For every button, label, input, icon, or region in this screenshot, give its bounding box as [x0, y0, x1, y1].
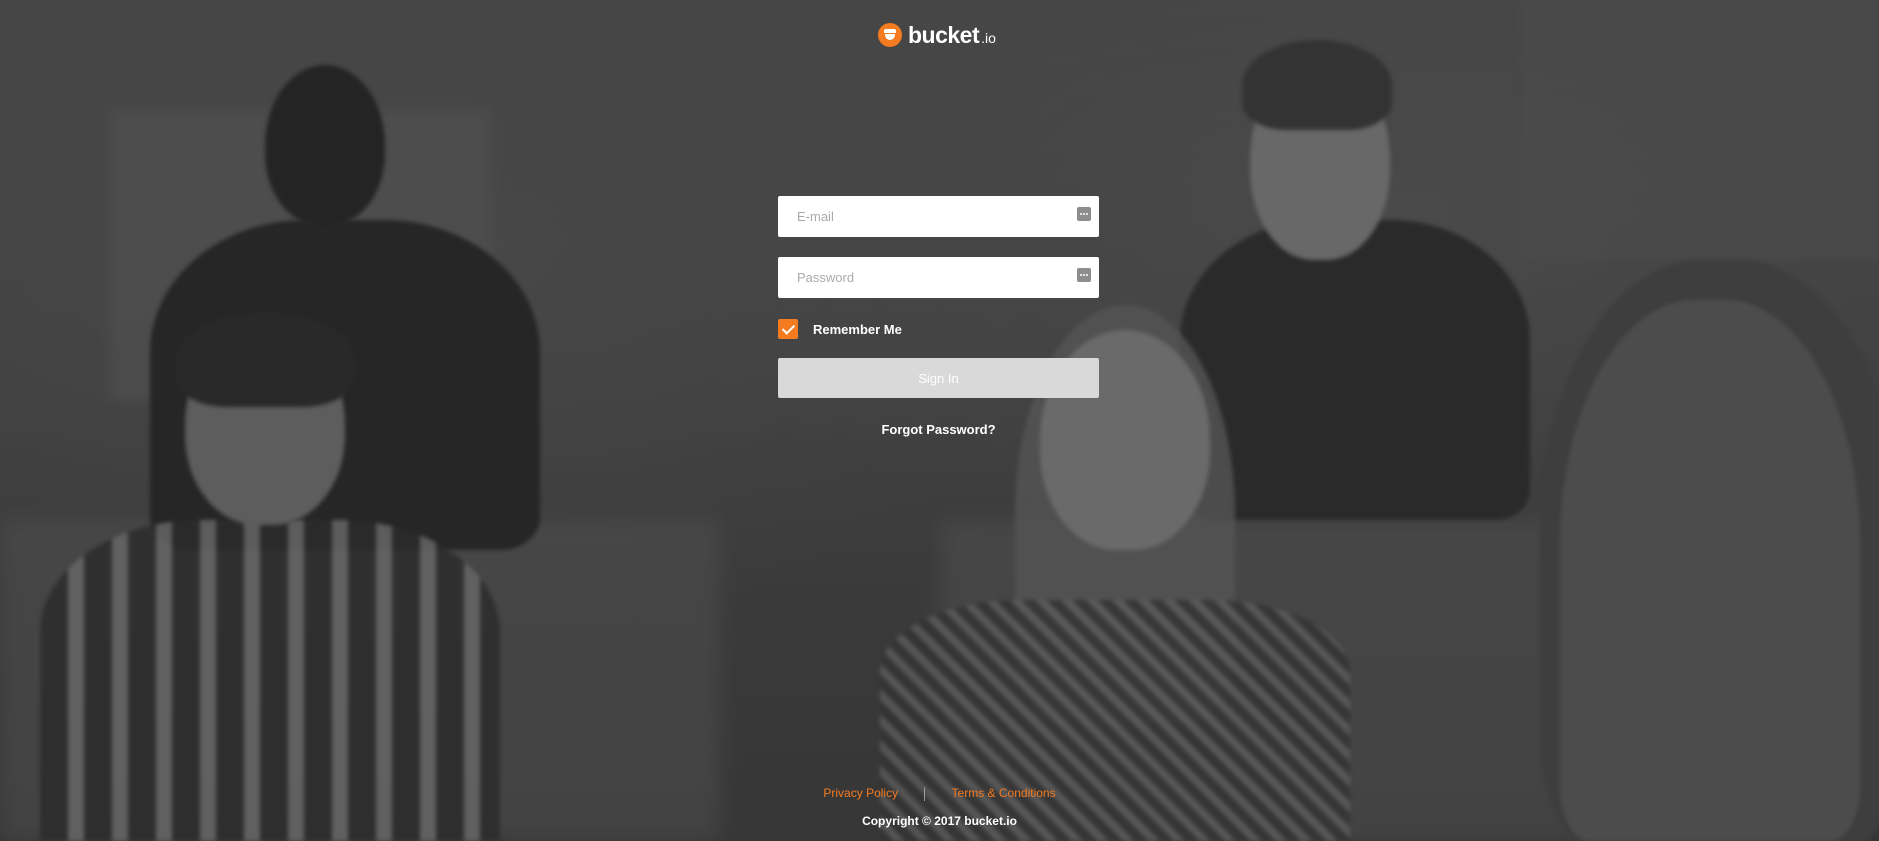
remember-me-label[interactable]: Remember Me — [813, 322, 902, 337]
email-field-wrapper — [778, 196, 1099, 237]
password-field[interactable] — [778, 257, 1099, 298]
sign-in-button[interactable]: Sign In — [778, 358, 1099, 398]
autofill-key-icon[interactable] — [1077, 268, 1091, 282]
email-field[interactable] — [778, 196, 1099, 237]
terms-conditions-link[interactable]: Terms & Conditions — [952, 786, 1056, 800]
remember-me-row: Remember Me — [778, 318, 1099, 340]
footer-links: Privacy Policy Terms & Conditions — [0, 786, 1879, 801]
brand-name: bucket — [908, 21, 980, 48]
login-page: bucket .io Remember Me Sign In Forgot Pa… — [0, 0, 1879, 841]
bucket-logo-icon — [878, 23, 902, 47]
brand-tld: .io — [981, 30, 996, 46]
privacy-policy-link[interactable]: Privacy Policy — [823, 786, 898, 800]
remember-me-checkbox[interactable] — [778, 319, 798, 339]
copyright-text: Copyright © 2017 bucket.io — [862, 814, 1017, 828]
forgot-password-link[interactable]: Forgot Password? — [778, 422, 1099, 437]
footer-divider — [924, 786, 926, 801]
brand-logo[interactable]: bucket .io — [878, 20, 996, 50]
autofill-key-icon[interactable] — [1077, 207, 1091, 221]
password-field-wrapper — [778, 257, 1099, 298]
login-form: Remember Me Sign In Forgot Password? — [778, 196, 1099, 437]
